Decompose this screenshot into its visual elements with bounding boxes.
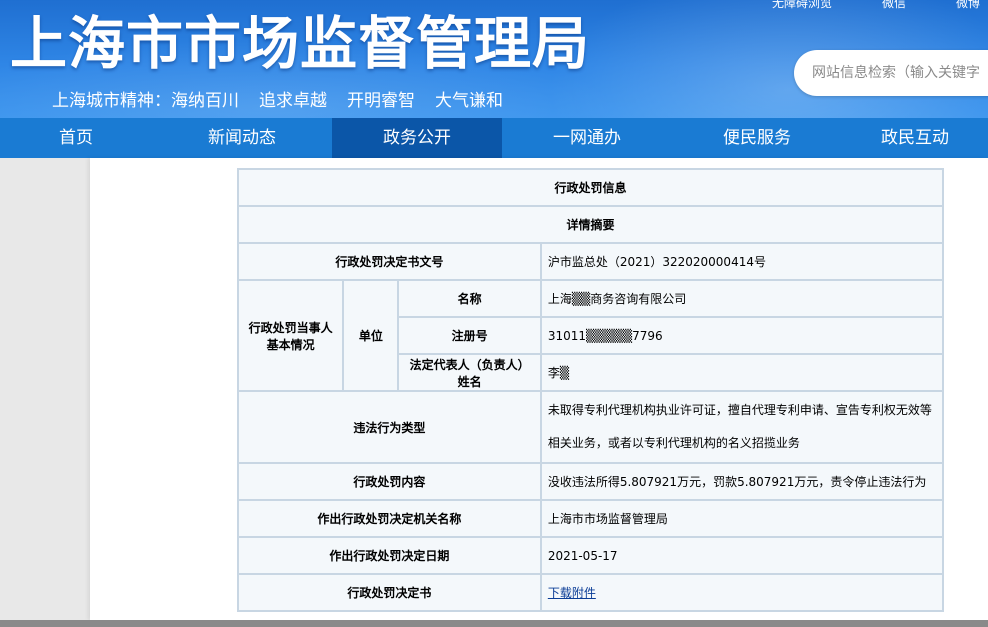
decision-date-label: 作出行政处罚决定日期 <box>239 538 540 573</box>
party-info-label: 行政处罚当事人基本情况 <box>239 281 343 390</box>
nav-home[interactable]: 首页 <box>0 118 152 158</box>
main-nav: 首页 新闻动态 政务公开 一网通办 便民服务 政民互动 <box>0 118 988 158</box>
nav-public-interaction[interactable]: 政民互动 <box>842 118 988 158</box>
site-header: 无障碍浏览 微信 微博 上海市市场监督管理局 上海城市精神：海纳百川 追求卓越 开明… <box>0 0 988 118</box>
decision-document-cell: 下载附件 <box>541 575 942 610</box>
wechat-link[interactable]: 微信 <box>882 0 906 11</box>
company-name-value: 上海▒▒商务咨询有限公司 <box>541 281 942 316</box>
company-name-label: 名称 <box>399 281 540 316</box>
decision-document-label: 行政处罚决定书 <box>239 575 540 610</box>
registration-number-value: 31011▒▒▒▒▒7796 <box>541 318 942 353</box>
doc-number-value: 沪市监总处（2021）322020000414号 <box>541 244 942 279</box>
site-title: 上海市市场监督管理局 <box>10 11 590 77</box>
nav-one-stop-service[interactable]: 一网通办 <box>502 118 672 158</box>
slogan-item: 开明睿智 <box>347 91 415 111</box>
legal-representative-label: 法定代表人（负责人）姓名 <box>399 355 540 390</box>
doc-number-label: 行政处罚决定书文号 <box>239 244 540 279</box>
slogan-item: 追求卓越 <box>259 91 327 111</box>
table-subtitle: 详情摘要 <box>239 207 942 242</box>
slogan-prefix: 上海城市精神： <box>52 91 171 111</box>
download-attachment-link[interactable]: 下载附件 <box>548 586 596 600</box>
bottom-scroll-strip <box>0 620 988 627</box>
nav-government-affairs[interactable]: 政务公开 <box>332 118 502 158</box>
unit-label: 单位 <box>344 281 398 390</box>
violation-type-label: 违法行为类型 <box>239 392 540 462</box>
registration-number-label: 注册号 <box>399 318 540 353</box>
decision-date-value: 2021-05-17 <box>541 538 942 573</box>
slogan-item: 大气谦和 <box>435 91 503 111</box>
table-title: 行政处罚信息 <box>239 170 942 205</box>
accessibility-link[interactable]: 无障碍浏览 <box>772 0 832 11</box>
slogan-item: 海纳百川 <box>171 91 239 111</box>
search-input[interactable] <box>810 64 988 82</box>
violation-type-value: 未取得专利代理机构执业许可证，擅自代理专利申请、宣告专利权无效等相关业务，或者以… <box>541 392 942 462</box>
authority-name-label: 作出行政处罚决定机关名称 <box>239 501 540 536</box>
site-search-box <box>794 50 988 96</box>
penalty-content-value: 没收违法所得5.807921万元，罚款5.807921万元，责令停止违法行为 <box>541 464 942 499</box>
nav-convenience-services[interactable]: 便民服务 <box>672 118 842 158</box>
legal-representative-value: 李▒ <box>541 355 942 390</box>
penalty-content-label: 行政处罚内容 <box>239 464 540 499</box>
city-slogan: 上海城市精神：海纳百川 追求卓越 开明睿智 大气谦和 <box>52 86 523 111</box>
penalty-info-table: 行政处罚信息 详情摘要 行政处罚决定书文号 沪市监总处（2021）3220200… <box>237 168 944 612</box>
weibo-link[interactable]: 微博 <box>956 0 980 11</box>
nav-news[interactable]: 新闻动态 <box>152 118 332 158</box>
authority-name-value: 上海市市场监督管理局 <box>541 501 942 536</box>
